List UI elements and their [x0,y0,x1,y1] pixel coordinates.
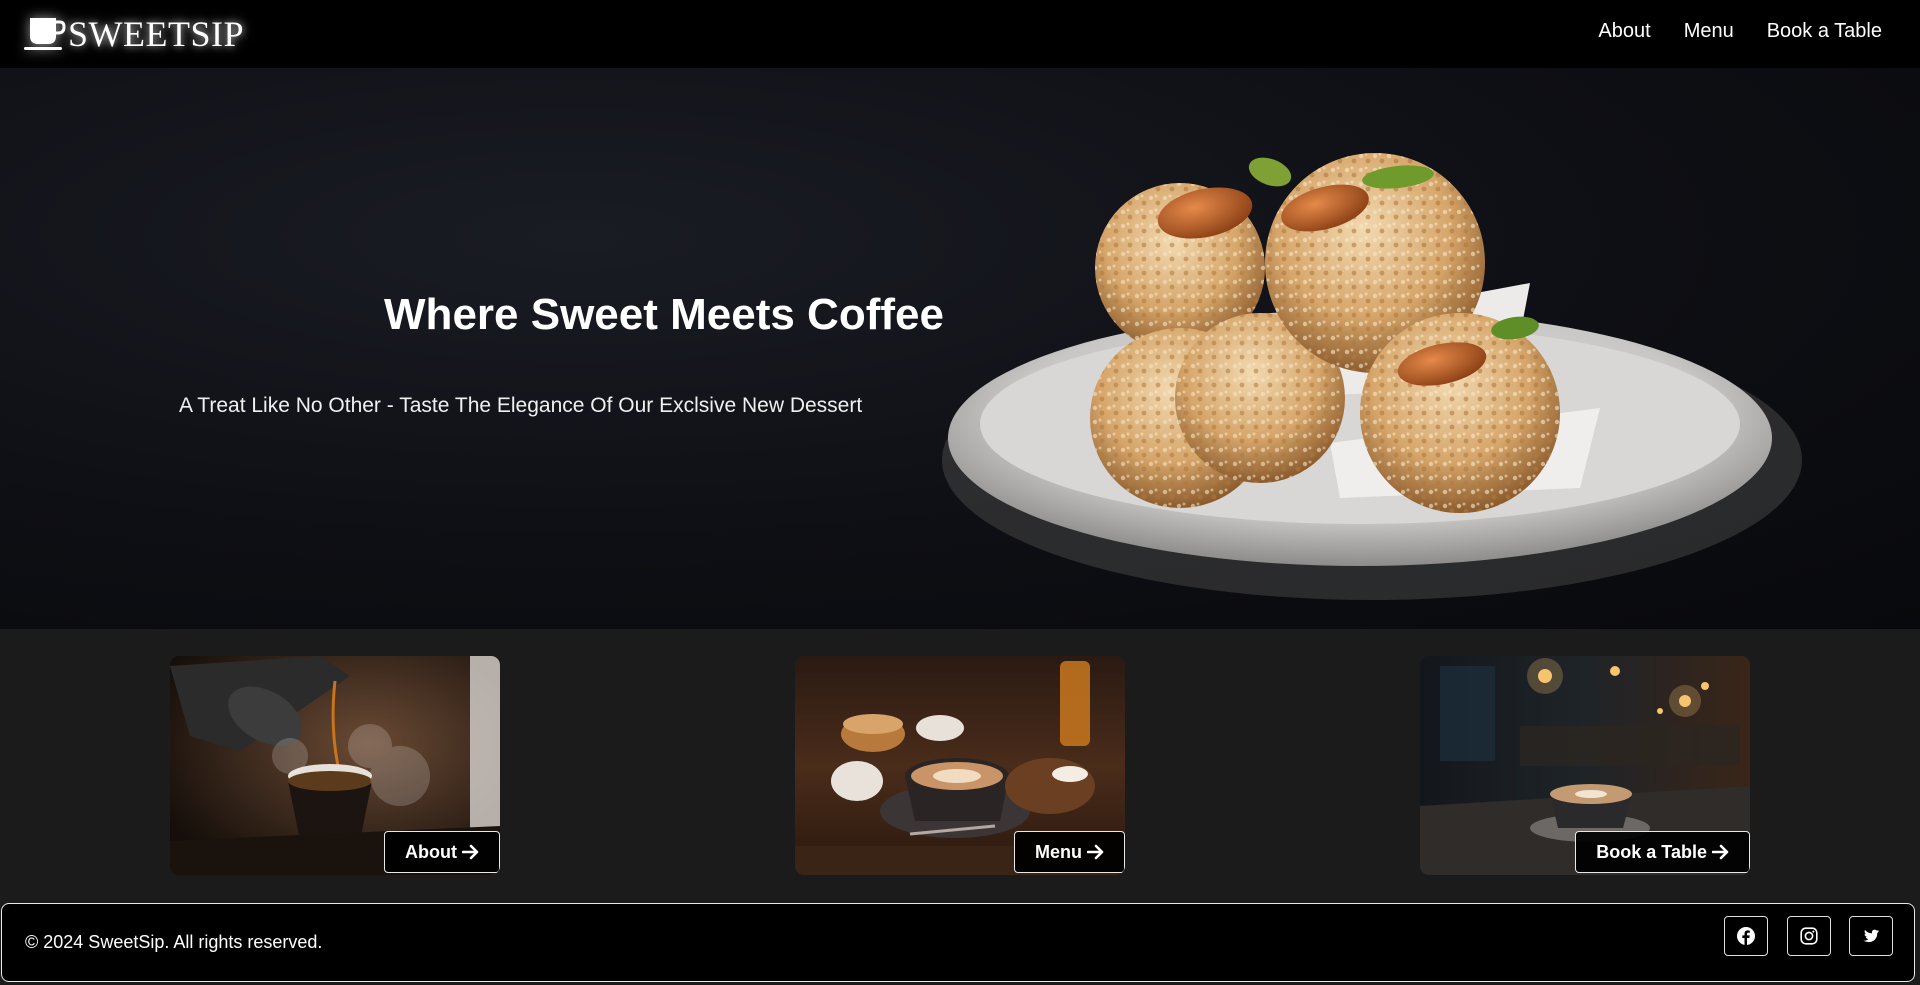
menu-card: Menu [795,656,1125,875]
arrow-right-icon [1712,844,1729,860]
brand-logo[interactable]: SWEETSIP [22,10,244,58]
facebook-icon [1737,927,1755,946]
twitter-link[interactable] [1849,916,1893,956]
book-a-table-button-label: Book a Table [1596,841,1707,862]
hero-banner: Where Sweet Meets Coffee A Treat Like No… [0,68,1920,629]
hero-title: Where Sweet Meets Coffee [384,290,944,339]
nav-link-menu[interactable]: Menu [1684,20,1734,43]
copyright-text: © 2024 SweetSip. All rights reserved. [25,932,323,952]
about-button[interactable]: About [384,831,500,873]
instagram-icon [1800,927,1818,945]
about-card: About [170,656,500,875]
facebook-link[interactable] [1724,916,1768,956]
about-button-label: About [405,841,457,862]
arrow-right-icon [462,844,479,860]
arrow-right-icon [1087,844,1104,860]
hero-subtitle: A Treat Like No Other - Taste The Elegan… [179,394,863,417]
twitter-icon [1863,929,1879,942]
menu-button-label: Menu [1035,841,1082,862]
nav-link-book-a-table[interactable]: Book a Table [1767,20,1882,43]
footer: © 2024 SweetSip. All rights reserved. [1,903,1915,982]
menu-button[interactable]: Menu [1014,831,1125,873]
book-a-table-button[interactable]: Book a Table [1575,831,1750,873]
nav-link-about[interactable]: About [1598,20,1650,43]
instagram-link[interactable] [1787,916,1831,956]
book-table-card: Book a Table [1420,656,1750,875]
nav-links: About Menu Book a Table [1565,0,1882,62]
coffee-cup-icon [24,18,66,50]
brand-name: SWEETSIP [68,14,245,54]
navbar: SWEETSIP About Menu Book a Table [0,0,1920,68]
hero-dessert-image [942,153,1802,600]
